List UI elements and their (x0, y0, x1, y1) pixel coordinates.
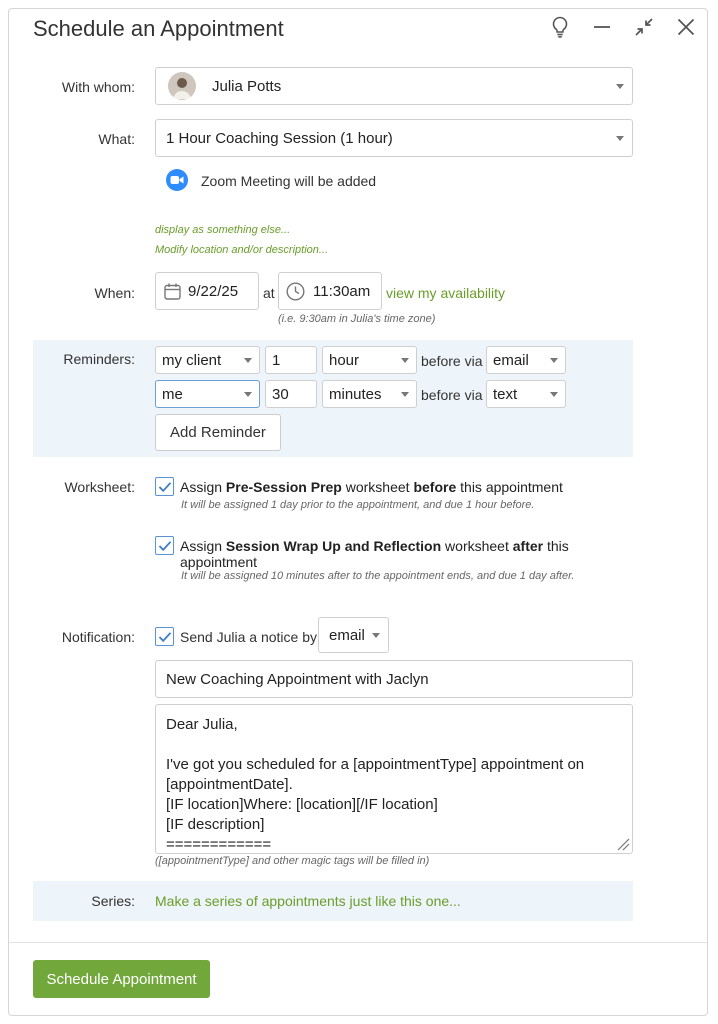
timezone-hint: (i.e. 9:30am in Julia's time zone) (278, 313, 436, 325)
reminder-2-before-via: before via (421, 387, 483, 403)
chevron-down-icon (372, 633, 380, 638)
notification-subject-input[interactable]: New Coaching Appointment with Jaclyn (155, 660, 633, 698)
lightbulb-icon[interactable] (547, 14, 573, 40)
worksheet-1-note: It will be assigned 1 day prior to the a… (181, 499, 535, 511)
reminder-2-unit-select[interactable]: minutes (322, 380, 417, 408)
worksheet-1-name: Pre-Session Prep (225, 479, 342, 495)
worksheet-2-name: Session Wrap Up and Reflection (225, 538, 442, 554)
reminder-1-who-value: my client (162, 351, 222, 369)
reminder-2-who-select[interactable]: me (155, 380, 260, 408)
avatar (168, 72, 196, 100)
zoom-icon (166, 169, 188, 191)
notification-method-value: email (329, 626, 365, 644)
with-whom-label: With whom: (61, 79, 135, 95)
reminder-2-unit-value: minutes (329, 385, 382, 403)
schedule-appointment-button[interactable]: Schedule Appointment (33, 960, 210, 998)
notification-subject-value: New Coaching Appointment with Jaclyn (166, 670, 429, 688)
add-reminder-button[interactable]: Add Reminder (155, 414, 281, 451)
checkmark-icon (158, 631, 171, 642)
modify-location-link[interactable]: Modify location and/or description... (155, 244, 328, 256)
footer-divider (9, 942, 707, 943)
appointment-type-select[interactable]: 1 Hour Coaching Session (1 hour) (155, 119, 633, 157)
worksheet-1-checkbox[interactable] (155, 477, 174, 496)
clock-icon (286, 281, 305, 301)
reminder-2-amount-value: 30 (272, 385, 289, 403)
worksheet-1-timing: before (413, 479, 457, 495)
make-series-link[interactable]: Make a series of appointments just like … (155, 893, 461, 909)
collapse-icon[interactable] (631, 14, 657, 40)
view-availability-link[interactable]: view my availability (386, 285, 505, 301)
worksheet-1-middle: worksheet (341, 479, 414, 495)
client-name: Julia Potts (212, 77, 282, 95)
minimize-icon[interactable] (589, 14, 615, 40)
worksheet-1-prefix: Assign (180, 479, 226, 495)
close-icon[interactable] (673, 14, 699, 40)
time-field[interactable]: 11:30am (278, 272, 382, 310)
at-label: at (263, 285, 275, 301)
chevron-down-icon (401, 392, 409, 397)
reminder-1-method-select[interactable]: email (486, 346, 566, 374)
chevron-down-icon (616, 84, 624, 89)
time-value: 11:30am (313, 282, 371, 300)
reminders-label: Reminders: (63, 351, 135, 367)
zoom-note: Zoom Meeting will be added (201, 173, 377, 189)
worksheet-1-suffix: this appointment (456, 479, 563, 495)
worksheet-label: Worksheet: (64, 479, 135, 495)
reminder-1-unit-value: hour (329, 351, 360, 369)
reminder-1-unit-select[interactable]: hour (322, 346, 417, 374)
series-label: Series: (91, 893, 135, 909)
worksheet-2-text: Assign Session Wrap Up and Reflection wo… (180, 538, 580, 570)
worksheet-2-prefix: Assign (180, 538, 226, 554)
reminder-1-method-value: email (493, 351, 529, 369)
worksheet-1-text: Assign Pre-Session Prep worksheet before… (180, 479, 630, 495)
chevron-down-icon (616, 136, 624, 141)
chevron-down-icon (550, 392, 558, 397)
checkmark-icon (158, 481, 171, 492)
checkmark-icon (158, 540, 171, 551)
reminder-1-amount-input[interactable]: 1 (265, 346, 317, 374)
worksheet-2-middle: worksheet (441, 538, 513, 554)
appointment-type-value: 1 Hour Coaching Session (1 hour) (166, 129, 393, 147)
client-select[interactable]: Julia Potts (155, 67, 633, 105)
reminder-1-who-select[interactable]: my client (155, 346, 260, 374)
display-as-link[interactable]: display as something else... (155, 224, 290, 236)
notification-body-textarea[interactable]: Dear Julia, I've got you scheduled for a… (155, 704, 633, 854)
notification-method-select[interactable]: email (318, 617, 389, 653)
resize-handle-icon[interactable] (616, 837, 630, 851)
chevron-down-icon (244, 358, 252, 363)
chevron-down-icon (244, 392, 252, 397)
send-notice-text: Send Julia a notice by (180, 629, 317, 645)
notification-label: Notification: (61, 629, 135, 645)
when-label: When: (94, 285, 135, 301)
reminder-2-method-select[interactable]: text (486, 380, 566, 408)
date-value: 9/22/25 (188, 282, 239, 300)
reminder-2-amount-input[interactable]: 30 (265, 380, 317, 408)
reminder-1-amount-value: 1 (272, 351, 281, 369)
worksheet-2-timing: after (512, 538, 544, 554)
chevron-down-icon (401, 358, 409, 363)
what-label: What: (98, 131, 135, 147)
dialog-title: Schedule an Appointment (33, 16, 284, 41)
reminder-2-who-value: me (162, 385, 183, 403)
reminder-1-before-via: before via (421, 353, 483, 369)
reminder-2-method-value: text (493, 385, 518, 403)
worksheet-2-checkbox[interactable] (155, 536, 174, 555)
notification-checkbox[interactable] (155, 627, 174, 646)
calendar-icon (164, 283, 181, 300)
worksheet-2-note: It will be assigned 10 minutes after to … (181, 570, 575, 582)
magic-tags-hint: ([appointmentType] and other magic tags … (155, 855, 430, 867)
date-field[interactable]: 9/22/25 (155, 272, 259, 310)
chevron-down-icon (550, 358, 558, 363)
